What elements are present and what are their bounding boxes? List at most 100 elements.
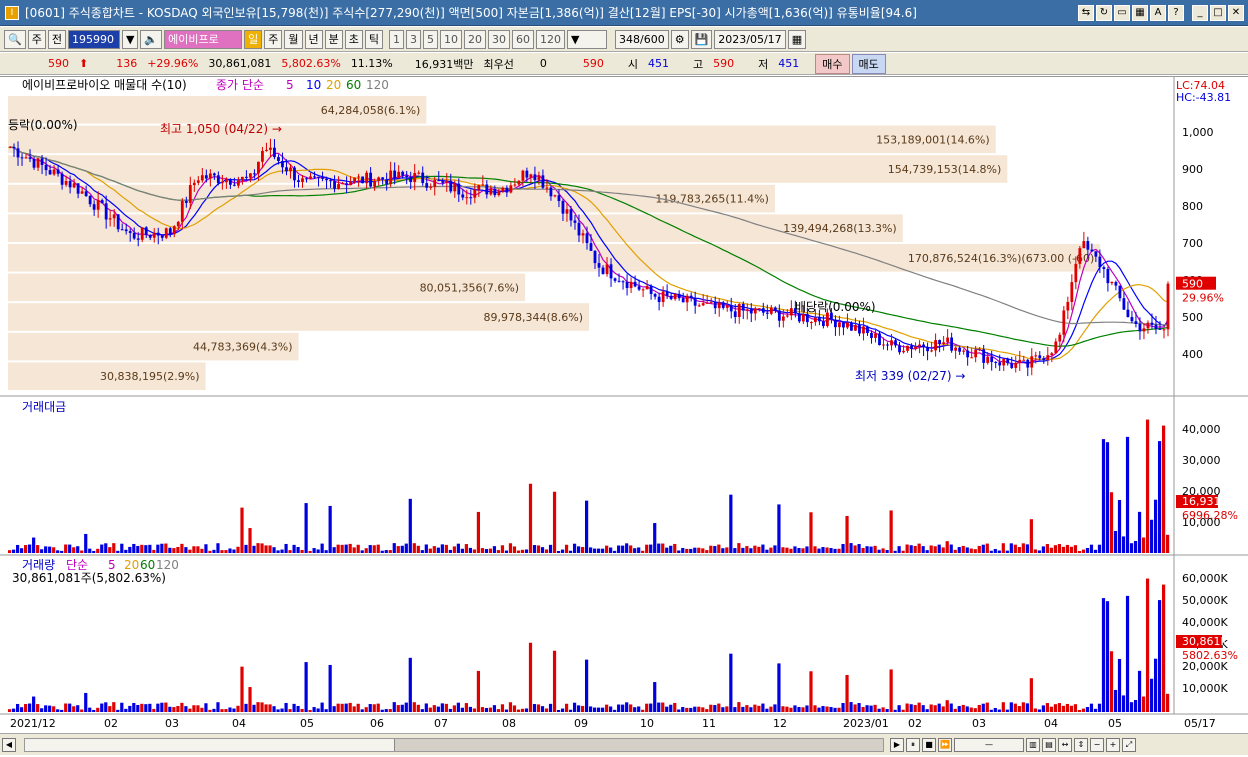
date-input[interactable]: 2023/05/17 [714,29,786,49]
dropdown-icon[interactable]: ▼ [121,29,139,49]
volume-bar [921,705,925,712]
candle-body [525,170,529,178]
refresh-icon[interactable]: ↻ [1096,4,1112,21]
tool-icon-3[interactable]: ↔ [1058,737,1072,752]
amount-bar [701,548,705,553]
count-60[interactable]: 60 [512,29,534,49]
candle-body [433,179,437,187]
candle-body [241,176,244,181]
stock-search-icon[interactable]: 🔍 [4,29,26,49]
scroll-left-icon[interactable]: ◀ [2,737,16,752]
candle-body [581,233,585,236]
chart-area[interactable]: 30,838,195(2.9%) 44,783,369(4.3%) 89,978,3… [0,76,1248,734]
tool-icon-4[interactable]: ⇕ [1074,737,1088,752]
candle-body [76,183,80,194]
candle-body [653,293,657,297]
prev-button[interactable]: 전 [47,29,66,49]
amount-bar [576,546,581,553]
amount-bar [380,550,384,553]
count-10[interactable]: 10 [440,29,462,49]
count-120[interactable]: 120 [536,29,565,49]
play-icon[interactable]: ▶ [890,737,904,752]
volume-bar [304,662,308,712]
amount-bar [729,494,733,553]
window-icon[interactable]: ▭ [1114,4,1130,21]
chart-svg[interactable]: 30,838,195(2.9%) 44,783,369(4.3%) 89,978,3… [0,77,1248,734]
candle-body [140,227,144,240]
volume-bar [88,707,92,712]
candle-body [838,322,841,328]
tab-second[interactable]: 초 [344,29,363,49]
candle-body [809,322,813,324]
zoom-slider-icon[interactable]: — [954,737,1024,752]
amount-bar [52,547,56,553]
stop-icon[interactable]: ■ [922,737,936,752]
count-5[interactable]: 5 [423,29,438,49]
amount-bar [797,547,801,553]
save-icon[interactable]: 💾 [690,29,713,49]
amount-bar [420,550,424,553]
zoom-out-icon[interactable]: − [1090,737,1104,752]
code-input[interactable]: 195990 [67,29,120,49]
volume-bar [408,657,412,712]
help-icon[interactable]: ? [1168,4,1184,21]
font-icon[interactable]: A [1150,4,1166,21]
tool-icon-2[interactable]: ▤ [1042,737,1056,752]
volume-bar [332,706,336,712]
candle-body [92,204,96,210]
count-3[interactable]: 3 [406,29,421,49]
volume-bar [148,703,152,712]
custom-count-select[interactable]: ▼ [567,29,607,49]
maximize-icon[interactable]: □ [1210,4,1226,21]
link-icon[interactable]: ⇆ [1078,4,1094,21]
fast-forward-icon[interactable]: ⏩ [938,737,952,752]
volume-bar [913,704,917,712]
expand-icon[interactable]: ⤢ [1122,737,1136,752]
chart-icon[interactable]: ▦ [1132,4,1148,21]
amount-bar [148,544,152,553]
period-type-select[interactable]: 주 [27,29,46,49]
buy-button[interactable]: 매수 [815,53,850,74]
sell-button[interactable]: 매도 [851,53,886,74]
range-input[interactable]: 348/600 [615,29,669,49]
count-30[interactable]: 30 [488,29,510,49]
candle-body [689,295,693,298]
amount-bar [893,550,897,553]
close-icon[interactable]: ✕ [1228,4,1244,21]
stock-name: 에이비프로 [164,29,243,49]
tab-minute[interactable]: 분 [324,29,343,49]
candle-body [605,264,609,275]
speaker-icon[interactable]: 🔈 [140,29,163,49]
tab-tick[interactable]: 틱 [364,29,383,49]
tool-icon-1[interactable]: ▥ [1026,737,1040,752]
volume-bar [528,642,533,712]
scroll-bar[interactable]: ◀ ▶ ⏸ ■ ⏩ — ▥ ▤ ↔ ⇕ − + ⤢ [0,733,1248,755]
change-pct: +29.96% [147,57,199,70]
amount-bar [504,550,509,553]
volume-bar [496,709,501,712]
minimize-icon[interactable]: _ [1192,4,1208,21]
candle-body [96,200,100,210]
amount-bar [1153,499,1158,553]
scroll-track[interactable] [24,737,884,752]
tab-year[interactable]: 년 [304,29,323,49]
tab-week[interactable]: 주 [264,29,283,49]
tab-day[interactable]: 일 [244,29,263,49]
pause-icon[interactable]: ⏸ [906,737,920,752]
calendar-icon[interactable]: ▦ [787,29,807,49]
candle-body [385,179,389,185]
amount-bar [805,546,809,553]
candle-body [890,340,893,346]
volume-bar [388,709,392,712]
title-bar: I [0601] 주식종합차트 - KOSDAQ 외국인보유[15,798(천)… [0,0,1248,26]
candle-body [773,307,777,311]
scroll-thumb[interactable] [25,738,395,751]
amount-bar [92,550,96,553]
count-1[interactable]: 1 [389,29,404,49]
zoom-in-icon[interactable]: + [1106,737,1120,752]
tab-month[interactable]: 월 [284,29,303,49]
candle-body [401,171,405,176]
count-20[interactable]: 20 [464,29,486,49]
candle-body [737,304,741,318]
settings-icon[interactable]: ⚙ [670,29,689,49]
